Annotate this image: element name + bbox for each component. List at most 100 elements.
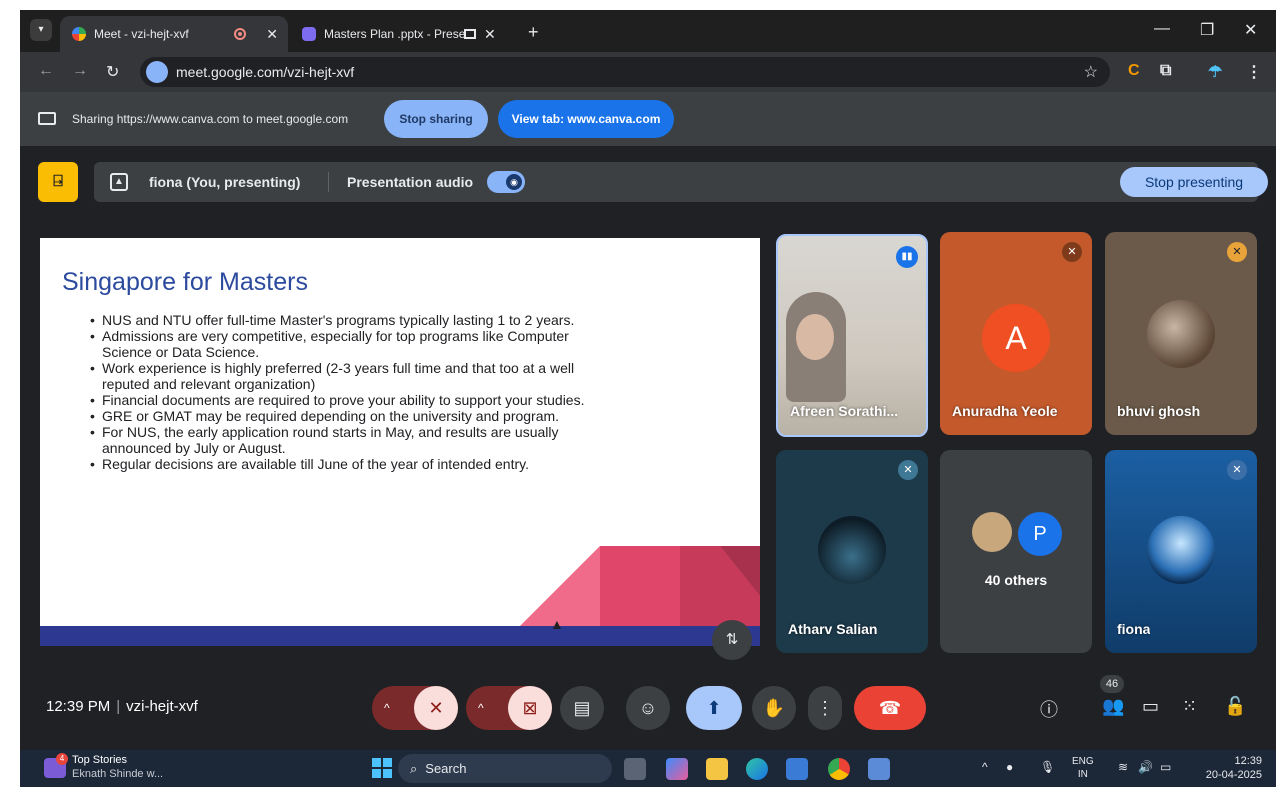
participant-name: Anuradha Yeole xyxy=(952,403,1058,419)
copilot-icon[interactable] xyxy=(666,758,688,780)
participant-tile[interactable]: ✕ Atharv Salian xyxy=(776,450,928,653)
address-bar[interactable]: meet.google.com/vzi-hejt-xvf ☆ xyxy=(140,57,1110,87)
meeting-info: 12:39 PM | vzi-hejt-xvf xyxy=(46,698,198,715)
meeting-details-icon[interactable]: ⓘ xyxy=(1040,696,1058,722)
stop-sharing-button[interactable]: Stop sharing xyxy=(384,100,488,138)
camera-off-button[interactable]: ⊠ xyxy=(508,686,552,730)
exit-door-icon[interactable]: ⍈ xyxy=(38,162,78,202)
minimize-icon[interactable]: — xyxy=(1154,20,1170,38)
participant-tile[interactable]: ✕ bhuvi ghosh xyxy=(1105,232,1257,435)
mic-options-chevron-icon[interactable]: ^ xyxy=(384,686,390,730)
slide-decoration xyxy=(520,546,760,626)
restore-icon[interactable]: ❐ xyxy=(1200,20,1214,40)
meeting-code: vzi-hejt-xvf xyxy=(126,698,198,715)
mic-control: ^ ✕ xyxy=(372,686,458,730)
news-subtitle[interactable]: Eknath Shinde w... xyxy=(72,768,163,780)
participant-tile[interactable]: ✕ fiona xyxy=(1105,450,1257,653)
store-icon[interactable] xyxy=(786,758,808,780)
people-icon[interactable]: 👥 xyxy=(1102,696,1124,717)
activities-grid-icon[interactable]: ⁙ xyxy=(1182,696,1197,717)
screen-share-tab-icon xyxy=(464,29,476,39)
search-label: Search xyxy=(425,761,467,776)
raise-hand-button[interactable]: ✋ xyxy=(752,686,796,730)
new-tab-button[interactable]: + xyxy=(528,22,539,43)
speaking-indicator-icon: ▮▮ xyxy=(896,246,918,268)
participant-tile[interactable]: ▮▮ Afreen Sorathi... xyxy=(776,234,928,437)
edge-icon[interactable] xyxy=(746,758,768,780)
tab-strip: ▾ Meet - vzi-hejt-xvf ✕ Masters Plan .pp… xyxy=(20,10,1276,52)
slide-bullet: For NUS, the early application round sta… xyxy=(90,424,602,456)
tab-slides[interactable]: Masters Plan .pptx - Presen ✕ xyxy=(290,16,520,52)
camera-options-chevron-icon[interactable]: ^ xyxy=(478,686,484,730)
file-explorer-icon[interactable] xyxy=(706,758,728,780)
view-tab-button[interactable]: View tab: www.canva.com xyxy=(498,100,674,138)
url-text: meet.google.com/vzi-hejt-xvf xyxy=(176,64,355,80)
news-title[interactable]: Top Stories xyxy=(72,754,127,766)
close-tab-icon[interactable]: ✕ xyxy=(266,26,278,43)
chat-icon[interactable]: ▭ xyxy=(1142,696,1159,717)
present-screen-icon: ▲ xyxy=(110,173,128,191)
presentation-audio-toggle[interactable]: ◉ xyxy=(487,171,525,193)
tray-app-icon[interactable]: ● xyxy=(1006,760,1013,774)
mic-off-button[interactable]: ✕ xyxy=(414,686,458,730)
windows-start-icon[interactable] xyxy=(372,758,392,778)
slide-bullet: Work experience is highly preferred (2-3… xyxy=(90,360,602,392)
region-code: IN xyxy=(1077,769,1088,780)
emoji-reaction-button[interactable]: ☺ xyxy=(626,686,670,730)
avatar xyxy=(818,516,886,584)
slide-bullet: GRE or GMAT may be required depending on… xyxy=(90,408,602,424)
presenting-info: ▲ fiona (You, presenting) Presentation a… xyxy=(94,162,1268,202)
stop-presenting-button[interactable]: Stop presenting xyxy=(1120,167,1268,197)
browser-menu-icon[interactable]: ⋮ xyxy=(1246,62,1262,82)
microphone-tray-icon[interactable]: 🎙 xyxy=(1040,760,1055,774)
leave-call-button[interactable]: ☎ xyxy=(854,686,926,730)
close-tab-icon[interactable]: ✕ xyxy=(484,26,496,43)
wifi-icon[interactable]: ≋ xyxy=(1118,760,1128,774)
back-icon[interactable]: ← xyxy=(38,62,54,80)
avatar xyxy=(1147,516,1215,584)
canva-favicon-icon xyxy=(302,27,316,41)
chrome-icon[interactable] xyxy=(828,758,850,780)
browser-window: ▾ Meet - vzi-hejt-xvf ✕ Masters Plan .pp… xyxy=(20,10,1276,787)
tab-title: Meet - vzi-hejt-xvf xyxy=(94,27,189,41)
bookmark-star-icon[interactable]: ☆ xyxy=(1084,62,1098,82)
present-screen-button[interactable]: ⬆ xyxy=(686,686,742,730)
tab-search-menu-icon[interactable]: ▾ xyxy=(30,19,52,41)
participant-face xyxy=(796,314,834,360)
language-indicator[interactable]: ENG IN xyxy=(1072,755,1094,781)
forward-icon[interactable]: → xyxy=(72,62,88,80)
tab-meet[interactable]: Meet - vzi-hejt-xvf ✕ xyxy=(60,16,288,52)
swap-layout-button[interactable]: ⇅ xyxy=(712,620,752,660)
extension-c-icon[interactable]: C xyxy=(1128,62,1140,80)
others-tile[interactable]: P 40 others xyxy=(940,450,1092,653)
divider: | xyxy=(116,698,121,715)
participant-tile[interactable]: A ✕ Anuradha Yeole xyxy=(940,232,1092,435)
task-view-icon[interactable] xyxy=(624,758,646,780)
profile-icon[interactable]: ☂ xyxy=(1208,62,1222,82)
camera-app-icon[interactable] xyxy=(868,758,890,780)
window-close-icon[interactable]: ✕ xyxy=(1244,20,1257,40)
reload-icon[interactable]: ↻ xyxy=(106,62,119,82)
system-clock[interactable]: 12:39 20-04-2025 xyxy=(1206,754,1262,782)
mic-off-icon: ✕ xyxy=(1227,460,1247,480)
screenshot-top-edge xyxy=(0,0,1276,10)
mic-off-icon: ✕ xyxy=(1227,242,1247,262)
volume-icon[interactable]: 🔊 xyxy=(1138,760,1153,774)
mic-off-icon: ✕ xyxy=(1062,242,1082,262)
language-code: ENG xyxy=(1072,756,1094,767)
clock-date: 20-04-2025 xyxy=(1205,769,1262,781)
address-row: ← → ↻ meet.google.com/vzi-hejt-xvf ☆ C ⧉… xyxy=(20,52,1276,92)
slide-bullet: Regular decisions are available till Jun… xyxy=(90,456,602,472)
host-controls-lock-icon[interactable]: 🔓 xyxy=(1224,696,1246,717)
captions-button[interactable]: ▤ xyxy=(560,686,604,730)
avatar xyxy=(972,512,1012,552)
slide-bullet: Financial documents are required to prov… xyxy=(90,392,602,408)
speaker-icon: ◉ xyxy=(506,174,522,190)
taskbar-search-input[interactable]: ⌕ Search xyxy=(398,754,612,783)
site-info-icon[interactable] xyxy=(146,61,168,83)
tray-chevron-icon[interactable]: ^ xyxy=(982,760,988,774)
extensions-puzzle-icon[interactable]: ⧉ xyxy=(1160,62,1171,80)
battery-icon[interactable]: ▭ xyxy=(1160,760,1171,774)
mouse-cursor-icon: ▲ xyxy=(550,616,564,632)
more-options-button[interactable]: ⋮ xyxy=(808,686,842,730)
